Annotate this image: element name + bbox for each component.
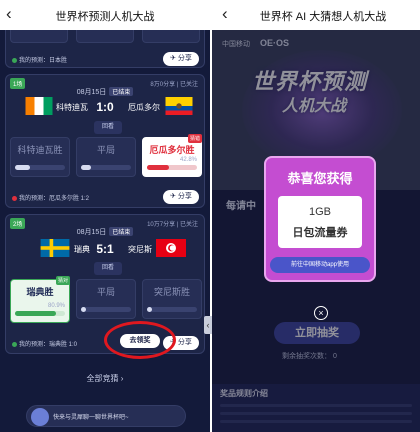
date-text: 08月15日: [76, 89, 107, 96]
my-pick: 我的预测：瑞典胜 1:0: [12, 339, 77, 348]
prediction-screen: 我的预测：日本胜 ✈ 分享 1场 8万0分享 | 已关注 08月15日 已结束 科…: [0, 0, 210, 432]
ended-badge: 已结束: [109, 87, 134, 96]
all-matches-label: 全部竞猜: [86, 374, 119, 383]
share-icon: ✈: [170, 55, 176, 62]
close-icon[interactable]: ×: [314, 306, 328, 320]
vote-bar-fill: [81, 165, 91, 170]
match-card-2: 1场 8万0分享 | 已关注 08月15日 已结束 科特迪瓦 1:0 厄瓜多尔 回…: [5, 74, 205, 208]
option-label: 瑞典胜: [26, 287, 54, 297]
my-pick-text: 我的预测：厄瓜多尔胜 1:2: [19, 196, 90, 202]
option-draw[interactable]: 平局: [76, 137, 136, 177]
header: ‹ 世界杯预测人机大战: [0, 0, 210, 30]
page-title: 世界杯预测人机大战: [55, 11, 155, 23]
all-matches-link[interactable]: 全部竞猜 ›: [0, 373, 210, 384]
prize-amount: 1GB: [308, 206, 331, 218]
option-home-win[interactable]: 科特迪瓦胜: [10, 137, 70, 177]
option-label: 平局: [96, 287, 115, 297]
replay-button[interactable]: 回看: [94, 121, 122, 134]
ended-badge: 已结束: [109, 227, 134, 236]
status-dot-icon: [12, 341, 17, 347]
chat-entry-text: 快来与灵犀聊一聊世界杯吧~: [53, 415, 129, 421]
open-app-button[interactable]: 前往中国移动app使用: [270, 257, 370, 273]
header: ‹ 世界杯 AI 大猜想人机大战: [212, 0, 420, 30]
vote-bar: [15, 165, 65, 170]
status-dot-icon: [12, 195, 17, 201]
vote-bar-fill: [147, 165, 169, 170]
vote-bar-fill: [81, 307, 86, 312]
collapse-toggle-icon[interactable]: ‹: [204, 316, 212, 334]
status-dot-icon: [12, 57, 17, 63]
ecuador-flag-icon: [165, 97, 193, 115]
replay-button[interactable]: 回看: [94, 262, 122, 275]
prize-coupon: 1GB 日包流量券: [278, 196, 362, 248]
away-team-name: 厄瓜多尔: [128, 103, 160, 112]
away-team-name: 突尼斯: [128, 245, 152, 254]
vote-bar-fill: [15, 165, 30, 170]
vote-percent: 80.9%: [47, 303, 65, 309]
my-pick-text: 我的预测：日本胜: [19, 58, 68, 64]
share-label: 分享: [177, 55, 192, 62]
share-label: 分享: [177, 193, 192, 200]
my-pick: 我的预测：日本胜: [12, 55, 67, 64]
option-label: 科特迪瓦胜: [17, 145, 63, 155]
wrong-badge: 猜错: [187, 134, 202, 143]
option-away-win[interactable]: 突尼斯胜: [142, 279, 202, 319]
vote-bar: [147, 307, 197, 312]
vote-bar: [147, 165, 197, 170]
share-button[interactable]: ✈ 分享: [163, 190, 199, 204]
chevron-right-icon: ›: [120, 374, 124, 383]
lottery-screen: 中国移动 OE·OS 世界杯预测 人机大战 每请中 立即抽奖 剩余抽奖次数： 0 …: [212, 0, 420, 432]
option-label: 突尼斯胜: [153, 287, 190, 297]
share-label: 分享: [177, 339, 192, 346]
option-home-win[interactable]: 猜对 瑞典胜 80.9%: [10, 276, 70, 323]
correct-badge: 猜对: [55, 276, 70, 285]
option-draw[interactable]: 平局: [76, 279, 136, 319]
vote-bar: [81, 307, 131, 312]
option-label: 厄瓜多尔胜: [149, 145, 195, 155]
match-date: 08月15日 已结束: [6, 87, 204, 97]
page-title: 世界杯 AI 大猜想人机大战: [259, 11, 387, 23]
tunisia-flag-icon: [156, 239, 186, 257]
avatar: [31, 408, 49, 426]
vote-bar: [15, 311, 65, 316]
option-label: 平局: [96, 145, 115, 155]
date-text: 08月15日: [76, 229, 107, 236]
share-icon: ✈: [170, 193, 176, 200]
prize-type: 日包流量券: [292, 227, 348, 239]
modal-heading: 恭喜您获得: [287, 171, 353, 186]
my-pick-text: 我的预测：瑞典胜 1:0: [19, 342, 78, 348]
vote-bar: [81, 165, 131, 170]
my-pick: 我的预测：厄瓜多尔胜 1:2: [12, 193, 89, 202]
vote-percent: 42.8%: [179, 157, 197, 163]
vote-bar-fill: [15, 311, 56, 316]
match-date: 08月15日 已结束: [6, 227, 204, 237]
highlight-circle: [104, 321, 176, 359]
vote-bar-fill: [147, 307, 152, 312]
prize-modal: 恭喜您获得 1GB 日包流量券 前往中国移动app使用: [264, 156, 376, 282]
share-button[interactable]: ✈ 分享: [163, 52, 199, 66]
chat-entry-bar[interactable]: 快来与灵犀聊一聊世界杯吧~: [26, 405, 186, 427]
option-away-win[interactable]: 猜错 厄瓜多尔胜 42.8%: [142, 134, 202, 177]
